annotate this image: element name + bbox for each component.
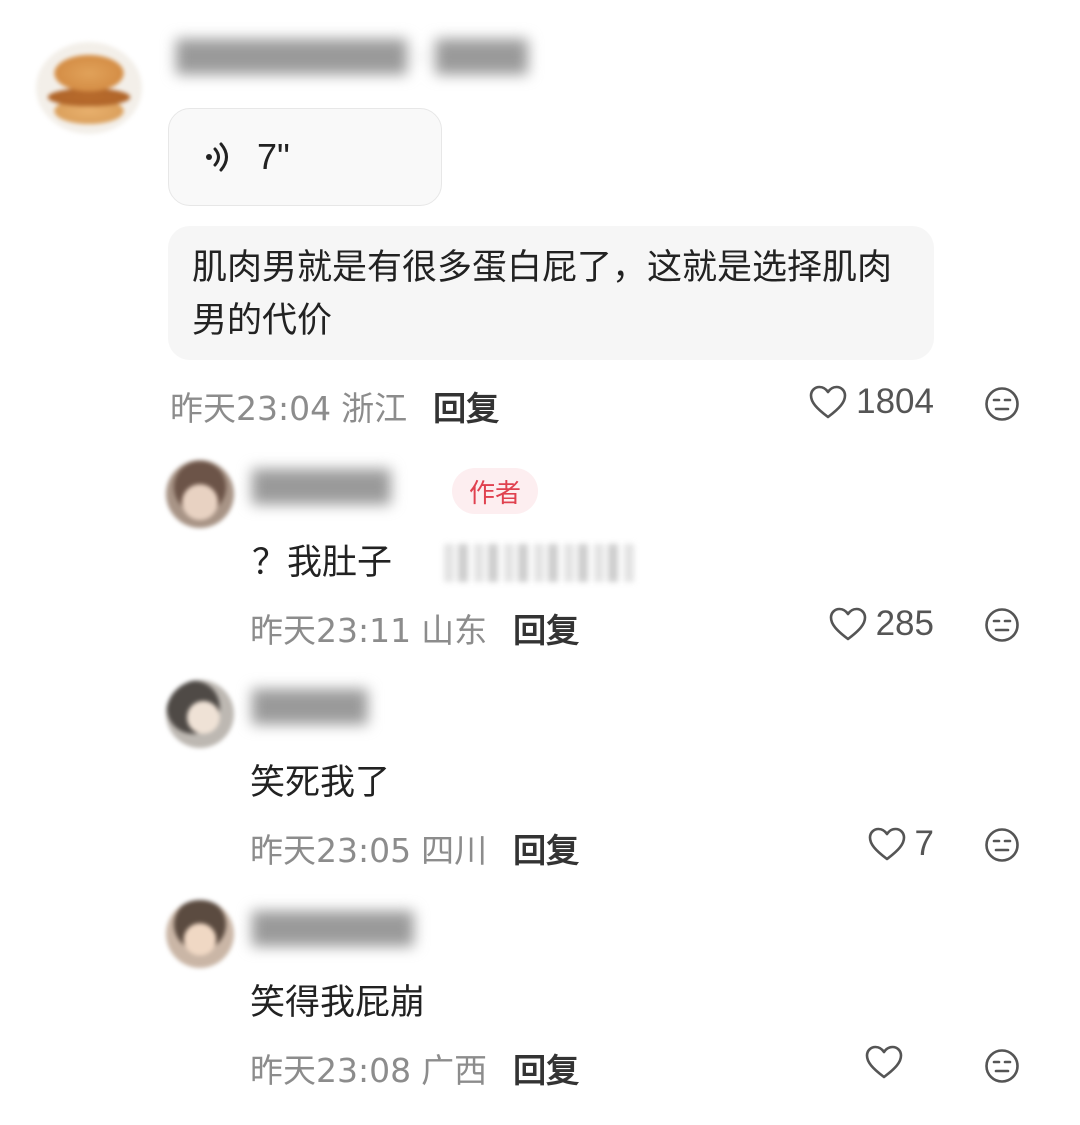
reply-time: 昨天23:11 [250,611,412,650]
like-button[interactable]: 285 [828,604,934,644]
avatar[interactable] [166,680,234,748]
avatar[interactable] [166,460,234,528]
reply-location: 山东 [421,611,488,650]
like-count: 285 [875,604,934,643]
reply-location: 四川 [421,831,488,870]
comment-meta: 昨天23:04 浙江 回复 [170,382,499,430]
like-button[interactable]: 7 [867,824,934,864]
voice-duration: 7" [257,136,290,177]
like-count: 7 [914,824,934,863]
neutral-face-icon[interactable] [984,607,1020,643]
reply-text: ？我肚子 [252,543,393,583]
voice-wave-icon [206,142,228,172]
like-button[interactable]: 1804 [808,382,934,422]
reply-button[interactable]: 回复 [513,604,579,652]
neutral-face-icon[interactable] [984,1048,1020,1084]
neutral-face-icon[interactable] [984,386,1020,422]
comment-location: 浙江 [341,389,408,428]
heart-outline-icon [868,827,905,861]
username-redacted[interactable]: ██████ [252,470,390,505]
reply-location: 广西 [421,1051,488,1090]
reply-button[interactable]: 回复 [433,382,499,430]
heart-outline-icon [829,607,866,641]
voice-message[interactable]: 7" [168,108,442,206]
redacted-content [444,544,636,582]
avatar[interactable] [36,42,142,134]
username-redacted[interactable]: ██████████ · ████ [176,40,528,75]
reply-meta: 昨天23:11 山东 回复 [250,604,579,652]
author-badge: 作者 [452,468,538,514]
like-button[interactable] [864,1044,912,1080]
reply-time: 昨天23:08 [250,1051,412,1090]
heart-outline-icon [809,385,847,419]
reply-meta: 昨天23:05 四川 回复 [250,824,579,872]
neutral-face-icon[interactable] [984,827,1020,863]
reply-button[interactable]: 回复 [513,824,579,872]
like-count: 1804 [856,382,934,421]
reply-text: 笑得我屁崩 [250,983,426,1023]
comment-text: 肌肉男就是有很多蛋白屁了，这就是选择肌肉男的代价 [168,226,934,360]
comment-time: 昨天23:04 [170,389,332,428]
avatar[interactable] [166,900,234,968]
username-redacted[interactable]: ███████ [252,912,414,947]
reply-time: 昨天23:05 [250,831,412,870]
reply-text: 笑死我了 [250,763,391,803]
reply-meta: 昨天23:08 广西 回复 [250,1044,579,1092]
username-redacted[interactable]: █████ [252,690,367,725]
reply-button[interactable]: 回复 [513,1044,579,1092]
heart-outline-icon [865,1045,903,1079]
